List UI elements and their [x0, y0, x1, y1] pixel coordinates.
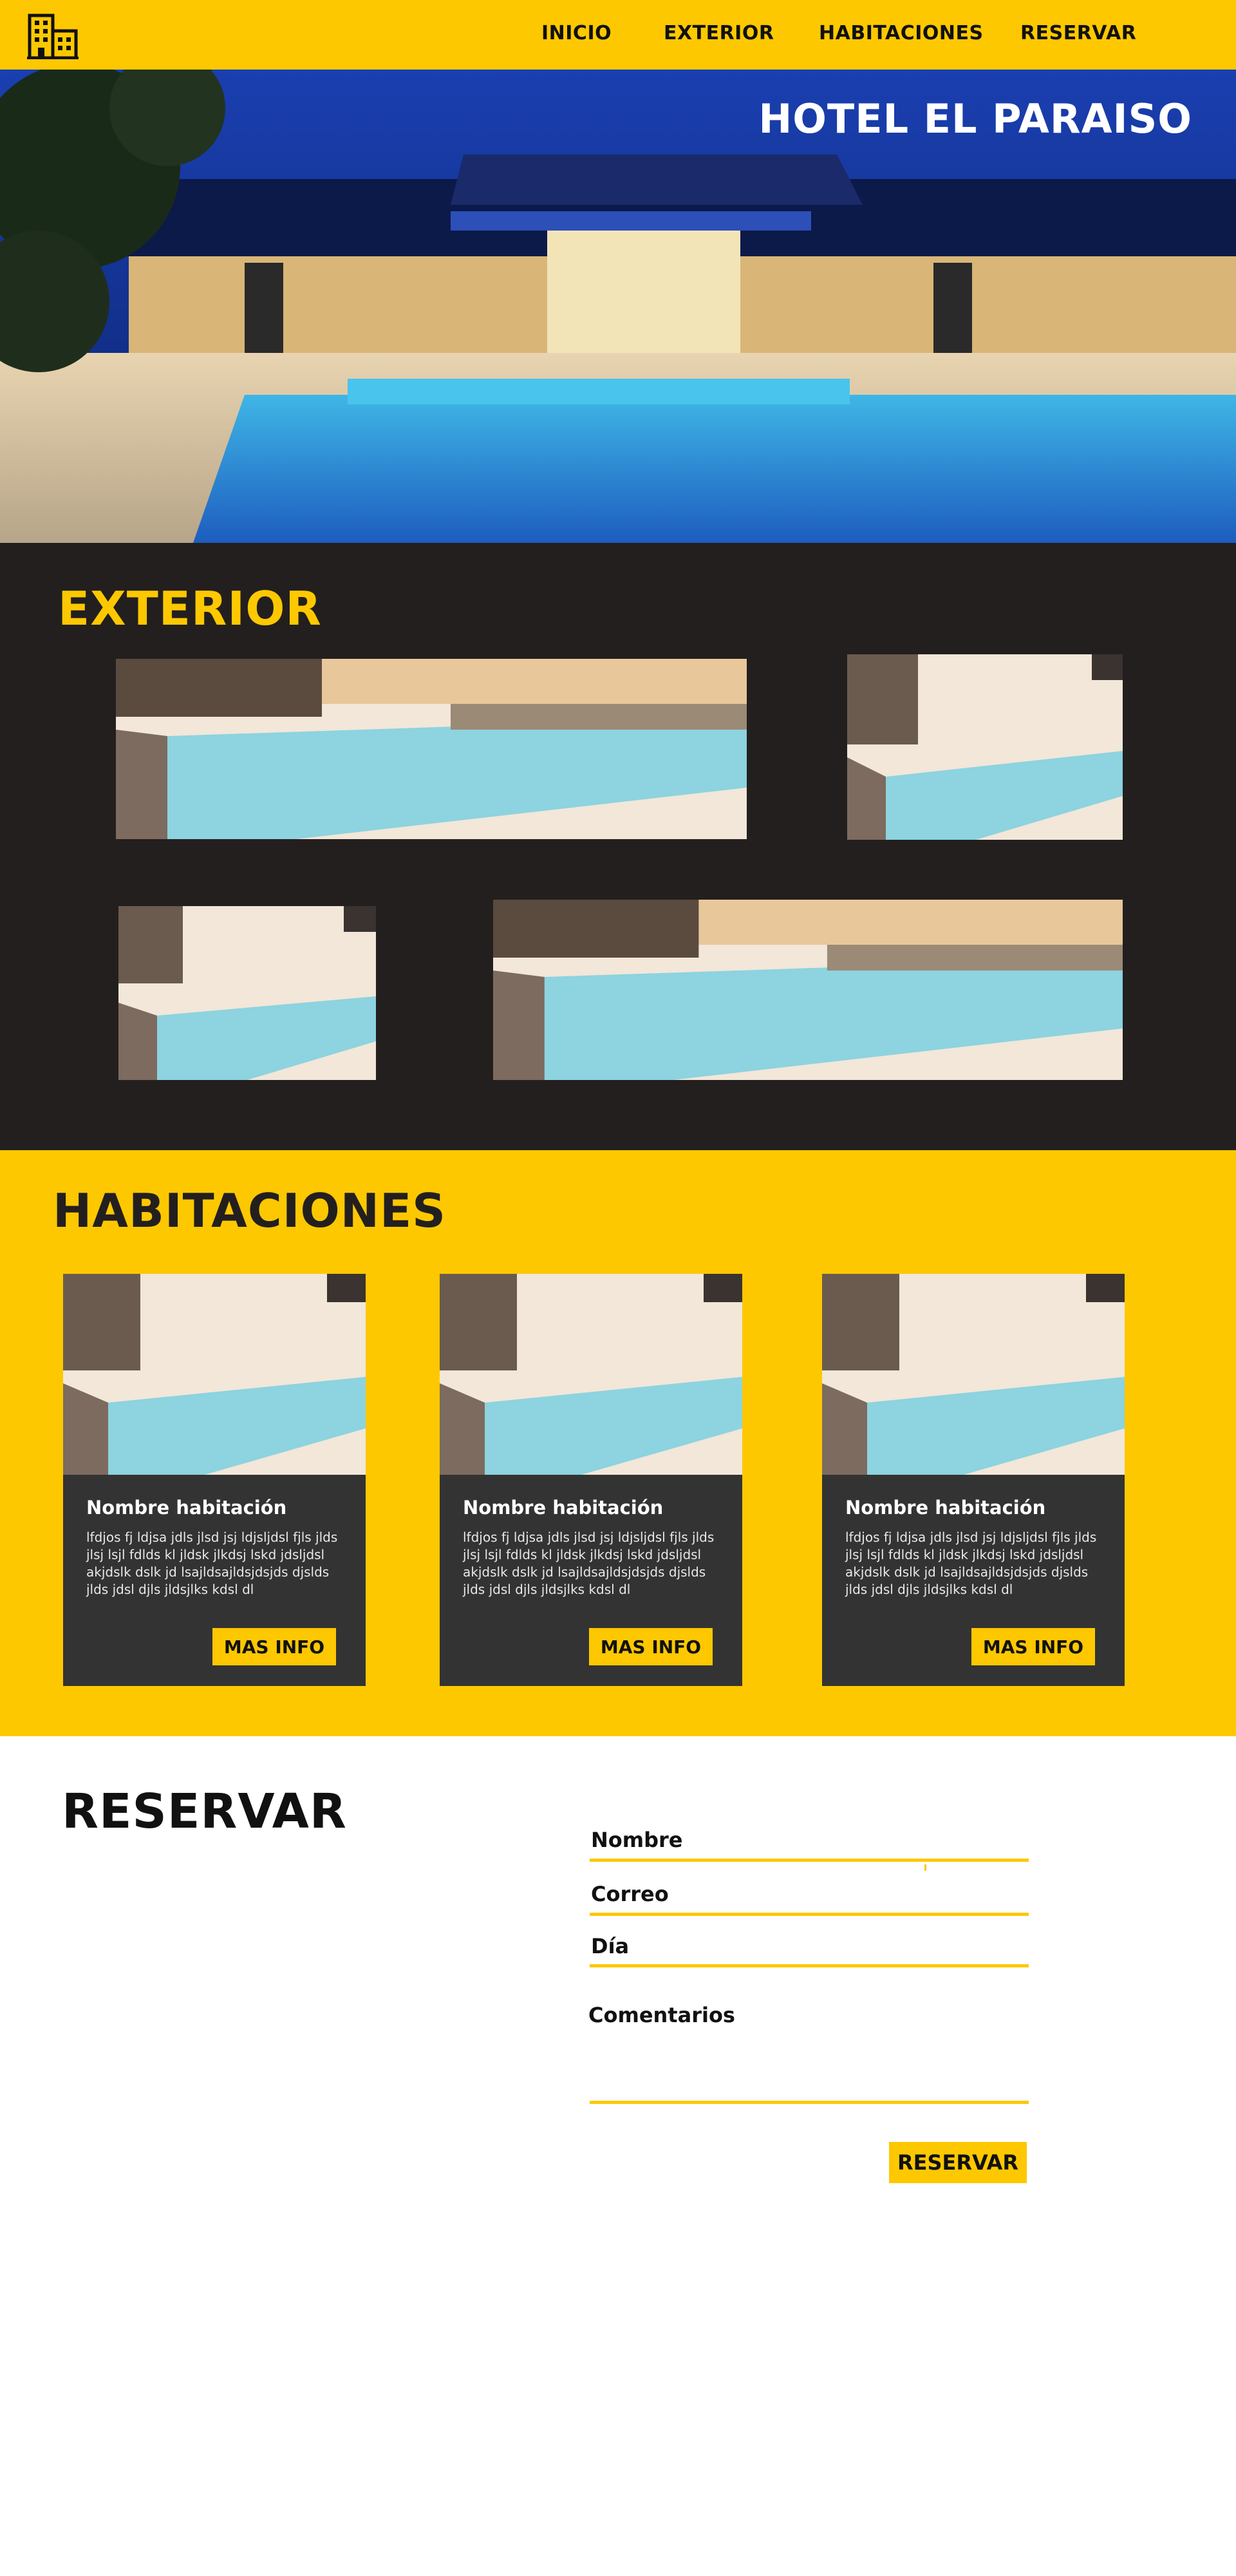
rooms-title: HABITACIONES [53, 1184, 447, 1238]
email-field[interactable] [590, 1882, 1029, 1911]
nav-exterior[interactable]: EXTERIOR [664, 22, 774, 44]
room-name: Nombre habitación [86, 1497, 287, 1519]
hotel-building-icon[interactable] [27, 12, 79, 59]
hero-banner: HOTEL EL PARAISO [0, 70, 1236, 543]
room-description: lfdjos fj ldjsa jdls jlsd jsj ldjsljdsl … [845, 1530, 1097, 1597]
exterior-photo-2[interactable] [847, 654, 1123, 840]
nav-reservar[interactable]: RESERVAR [1020, 22, 1136, 44]
day-underline [590, 1964, 1029, 1967]
room-image [822, 1274, 1125, 1475]
comments-field[interactable] [590, 2035, 1029, 2099]
email-underline [590, 1913, 1029, 1916]
room-image [440, 1274, 742, 1475]
nav-inicio[interactable]: INICIO [541, 22, 612, 44]
room-card: Nombre habitación lfdjos fj ldjsa jdls j… [822, 1274, 1125, 1686]
exterior-photo-4[interactable] [493, 900, 1123, 1080]
top-nav-bar: INICIO EXTERIOR HABITACIONES RESERVAR [0, 0, 1236, 70]
room-card: Nombre habitación lfdjos fj ldjsa jdls j… [63, 1274, 366, 1686]
name-underline [590, 1859, 1029, 1862]
nav-habitaciones[interactable]: HABITACIONES [819, 22, 984, 44]
room-description: lfdjos fj ldjsa jdls jlsd jsj ldjsljdsl … [463, 1530, 715, 1597]
exterior-title: EXTERIOR [58, 582, 322, 636]
room-image [63, 1274, 366, 1475]
exterior-section: EXTERIOR [0, 543, 1236, 1150]
room-name: Nombre habitación [463, 1497, 664, 1519]
exterior-photo-3[interactable] [118, 906, 376, 1080]
mas-info-button[interactable]: MAS INFO [212, 1628, 336, 1665]
hero-title: HOTEL EL PARAISO [758, 95, 1192, 142]
day-field[interactable] [590, 1934, 1029, 1964]
reservar-submit-button[interactable]: RESERVAR [889, 2142, 1027, 2183]
room-name: Nombre habitación [845, 1497, 1046, 1519]
rooms-section: HABITACIONES Nombre habitación lfdjos fj… [0, 1150, 1236, 1736]
room-description: lfdjos fj ldjsa jdls jlsd jsj ldjsljdsl … [86, 1530, 338, 1597]
room-card: Nombre habitación lfdjos fj ldjsa jdls j… [440, 1274, 742, 1686]
comments-underline [590, 2101, 1029, 2104]
name-field[interactable] [590, 1828, 1029, 1857]
comments-label: Comentarios [588, 2003, 735, 2027]
reservar-title: RESERVAR [62, 1784, 347, 1839]
mas-info-button[interactable]: MAS INFO [589, 1628, 713, 1665]
mas-info-button[interactable]: MAS INFO [971, 1628, 1095, 1665]
exterior-photo-1[interactable] [116, 659, 747, 839]
cursor-tick [924, 1864, 926, 1871]
